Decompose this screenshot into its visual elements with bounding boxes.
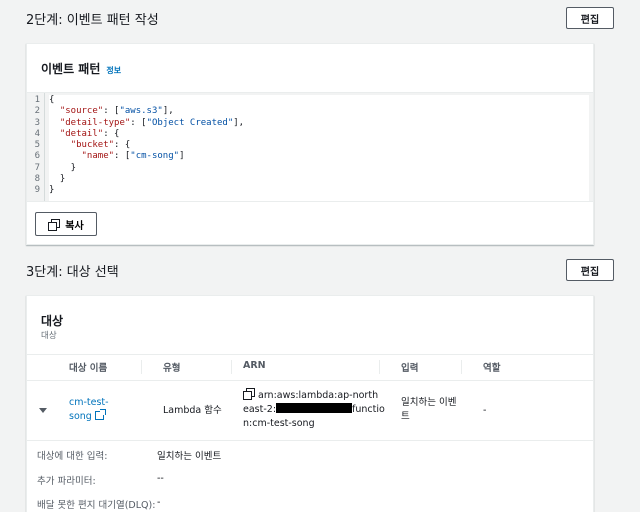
target-role: - [483,405,487,416]
code-token-key: "detail" [59,128,104,139]
copy-icon [48,218,61,231]
arn-line2-start: east-2: [243,404,277,415]
input-line2: 트 [401,411,410,422]
line-number: 4 [34,128,40,139]
target-name-line1: cm-test- [69,397,109,408]
code-token-pre [49,140,71,150]
step3-edit-button[interactable]: 편집 [566,259,614,281]
arn-line2-end: functio [352,404,385,415]
input-line1: 일치하는 이벤 [401,397,457,408]
code-token-val: "Object Created" [146,117,234,128]
code-token-key: "name" [81,151,115,162]
code-token-pre: } [49,185,55,196]
code-line: } [49,185,589,196]
code-line: "bucket": { [49,140,589,151]
column-header-type[interactable]: 유형 [163,360,180,374]
expand-row-icon[interactable] [39,408,47,413]
code-token-post: ], [162,106,174,117]
event-pattern-panel: 이벤트 패턴 정보 1 2 3 4 5 6 7 8 9 { "source": … [26,43,594,245]
code-line: "detail": { [49,129,589,140]
event-pattern-heading: 이벤트 패턴 정보 [41,60,121,77]
code-token-post: ], [233,117,245,128]
column-header-input[interactable]: 입력 [401,360,418,374]
code-token-mid: : { [103,128,120,139]
code-line: { [49,95,589,106]
targets-subtitle: 대상 [41,331,57,341]
code-token-key: "source" [59,106,104,117]
code-line: "detail-type": ["Object Created"], [49,118,589,129]
line-number: 3 [34,117,40,128]
code-token-pre [49,151,82,161]
code-token-pre: { [49,95,55,105]
code-token-pre [49,106,60,116]
code-token-mid: : [ [130,117,147,128]
code-editor[interactable]: 1 2 3 4 5 6 7 8 9 { "source": ["aws.s3"]… [27,92,593,202]
redacted-account-id [276,403,353,413]
targets-title: 대상 [41,314,64,328]
code-text: { "source": ["aws.s3"], "detail-type": [… [49,95,589,201]
column-header-role[interactable]: 역할 [483,360,500,374]
external-link-icon [94,409,106,420]
code-token-mid: : { [114,140,131,151]
target-type: Lambda 함수 [163,405,222,416]
line-number: 8 [34,174,40,185]
arn-line3: n:cm-test-song [243,418,315,429]
step2-header: 2단계: 이벤트 패턴 작성 편집 [26,6,614,30]
detail-label-input: 대상에 대한 입력: [37,451,108,462]
line-number: 2 [34,106,40,117]
detail-value-params: -- [157,473,164,484]
target-input: 일치하는 이벤 트 [401,396,456,424]
detail-label-params: 추가 파라미터: [37,476,96,487]
line-number: 9 [34,185,40,196]
code-token-pre [49,118,60,128]
line-number-gutter: 1 2 3 4 5 6 7 8 9 [27,93,45,201]
code-token-key: "bucket" [70,140,115,151]
column-header-arn[interactable]: ARN [243,360,266,371]
code-token-pre: } [49,174,66,185]
step3-header: 3단계: 대상 선택 편집 [26,258,614,282]
copy-button[interactable]: 복사 [35,212,97,236]
code-token-mid: : [ [103,106,120,117]
event-pattern-title: 이벤트 패턴 [41,62,101,76]
detail-value-input: 일치하는 이벤트 [157,451,222,462]
target-name-link[interactable]: cm-test- song [69,396,109,424]
line-number: 5 [34,140,40,151]
step2-title: 2단계: 이벤트 패턴 작성 [26,12,159,28]
code-line: } [49,163,589,174]
code-token-key: "detail-type" [59,117,131,128]
targets-panel: 대상 대상 대상 이름 유형 ARN 입력 역할 cm-test- song L… [26,295,594,512]
detail-label-dlq: 배달 못한 편지 대기열(DLQ): [37,500,156,511]
code-token-post: ] [179,151,185,162]
code-line: "name": ["cm-song"] [49,151,589,162]
info-link[interactable]: 정보 [106,65,121,76]
code-token-mid: : [ [114,151,131,162]
code-token-pre [49,129,60,139]
step2-edit-button[interactable]: 편집 [566,7,614,29]
code-line: "source": ["aws.s3"], [49,106,589,117]
copy-arn-icon[interactable] [243,388,255,400]
target-arn: arn:aws:lambda:ap-north east-2: functio n… [243,388,385,431]
copy-label: 복사 [65,220,84,232]
detail-value-dlq: - [157,497,161,508]
target-name-line2: song [69,411,92,422]
arn-line1: arn:aws:lambda:ap-north [258,390,379,401]
code-token-pre: } [49,162,77,173]
column-header-target-name[interactable]: 대상 이름 [69,360,107,374]
code-line: } [49,174,589,185]
line-number: 1 [34,95,40,105]
step3-title: 3단계: 대상 선택 [26,264,119,280]
line-number: 6 [34,151,40,162]
code-token-val: "cm-song" [130,151,180,162]
code-token-val: "aws.s3" [119,106,163,117]
line-number: 7 [34,162,40,173]
